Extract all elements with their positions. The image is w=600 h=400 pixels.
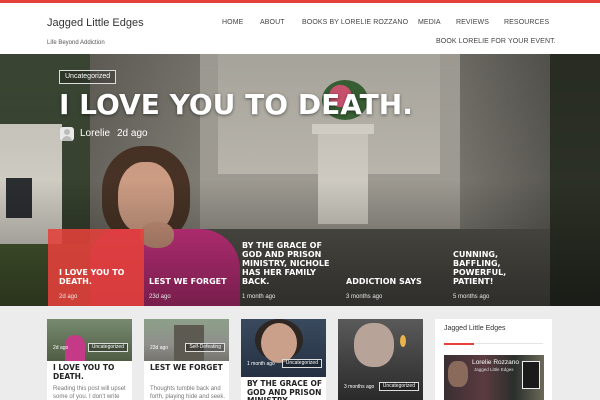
slider-tab-title: BY THE GRACE OF GOD AND PRISON MINISTRY,… [242, 241, 330, 286]
hero-author[interactable]: Lorelie [80, 128, 110, 139]
site-header: Jagged Little Edges Life Beyond Addictio… [0, 3, 600, 54]
post-date: 3 months ago [344, 384, 375, 390]
thumbnail-face [261, 323, 297, 363]
post-date: 1 month ago [247, 361, 275, 367]
widget-banner-image[interactable]: Lorelie Rozzano Jagged Little Edges [444, 355, 544, 400]
post-thumbnail[interactable]: 23d ago Self-Defeating [144, 319, 229, 361]
banner-subtitle: Jagged Little Edges [474, 367, 514, 372]
post-card[interactable]: 3 months ago Uncategorized [338, 319, 423, 400]
slider-tab-date: 23d ago [149, 294, 171, 300]
post-category-badge[interactable]: Uncategorized [281, 359, 322, 368]
nav-about[interactable]: ABOUT [260, 19, 285, 26]
slider-tab-5[interactable]: CUNNING, BAFFLING, POWERFUL, PATIENT! 5 … [442, 229, 538, 306]
slider-tab-3[interactable]: BY THE GRACE OF GOD AND PRISON MINISTRY,… [231, 229, 331, 306]
thumbnail-flame [400, 335, 406, 347]
nav-resources[interactable]: RESOURCES [504, 19, 549, 26]
site-tagline: Life Beyond Addiction [47, 40, 105, 46]
slider-tab-2[interactable]: LEST WE FORGET 23d ago [138, 229, 234, 306]
slider-tab-4[interactable]: ADDICTION SAYS 3 months ago [335, 229, 431, 306]
banner-book [522, 361, 540, 389]
page: Jagged Little Edges Life Beyond Addictio… [0, 0, 600, 400]
hero-title[interactable]: I LOVE YOU TO DEATH. [59, 88, 413, 122]
hero-category-badge[interactable]: Uncategorized [59, 70, 117, 84]
hero-time: 2d ago [117, 128, 148, 139]
slider-tab-title: I LOVE YOU TO DEATH. [59, 268, 125, 286]
nav-books[interactable]: BOOKS BY LORELIE ROZZANO [302, 19, 408, 26]
widget-divider-accent [444, 343, 474, 345]
nav-media[interactable]: MEDIA [418, 19, 441, 26]
slider-tab-date: 3 months ago [346, 294, 383, 300]
post-title[interactable]: LEST WE FORGET [150, 363, 226, 373]
post-excerpt: Thoughts tumble back and forth, playing … [150, 386, 226, 400]
banner-face [448, 361, 468, 387]
slider-tab-title: ADDICTION SAYS [346, 277, 422, 286]
post-date: 23d ago [150, 345, 169, 351]
site-title[interactable]: Jagged Little Edges [47, 17, 157, 29]
slider-tab-title: LEST WE FORGET [149, 277, 227, 286]
post-category-badge[interactable]: Uncategorized [378, 382, 419, 391]
post-thumbnail[interactable]: 2d ago Uncategorized [47, 319, 132, 361]
slider-tab-1[interactable]: I LOVE YOU TO DEATH. 2d ago [48, 229, 144, 306]
slider-tab-date: 5 months ago [453, 294, 490, 300]
nav-home[interactable]: HOME [222, 19, 243, 26]
post-card[interactable]: 2d ago Uncategorized I LOVE YOU TO DEATH… [47, 319, 132, 400]
slider-tab-date: 2d ago [59, 294, 78, 300]
post-card[interactable]: 23d ago Self-Defeating LEST WE FORGET Th… [144, 319, 229, 400]
banner-title: Lorelie Rozzano [472, 359, 519, 366]
post-thumbnail[interactable]: 1 month ago Uncategorized [241, 319, 326, 377]
slider-tab-date: 1 month ago [242, 294, 276, 300]
post-card[interactable]: 1 month ago Uncategorized BY THE GRACE O… [241, 319, 326, 400]
sidebar-widget: Jagged Little Edges Lorelie Rozzano Jagg… [435, 319, 552, 400]
post-excerpt: Reading this post will upset some of you… [53, 386, 126, 400]
post-thumbnail[interactable]: 3 months ago Uncategorized [338, 319, 423, 400]
post-title[interactable]: BY THE GRACE OF GOD AND PRISON MINISTRY [247, 379, 323, 400]
post-date: 2d ago [53, 345, 69, 351]
post-title[interactable]: I LOVE YOU TO DEATH. [53, 363, 129, 381]
thumbnail-face [354, 323, 394, 367]
slider-tab-title: CUNNING, BAFFLING, POWERFUL, PATIENT! [453, 250, 507, 286]
post-category-badge[interactable]: Self-Defeating [185, 343, 225, 352]
nav-book-event[interactable]: BOOK LORELIE FOR YOUR EVENT. [436, 38, 556, 45]
nav-reviews[interactable]: REVIEWS [456, 19, 489, 26]
user-avatar-icon [60, 127, 74, 141]
hero-slider[interactable]: Uncategorized I LOVE YOU TO DEATH. Lorel… [0, 54, 600, 306]
widget-title: Jagged Little Edges [444, 325, 506, 332]
post-category-badge[interactable]: Uncategorized [87, 343, 128, 352]
